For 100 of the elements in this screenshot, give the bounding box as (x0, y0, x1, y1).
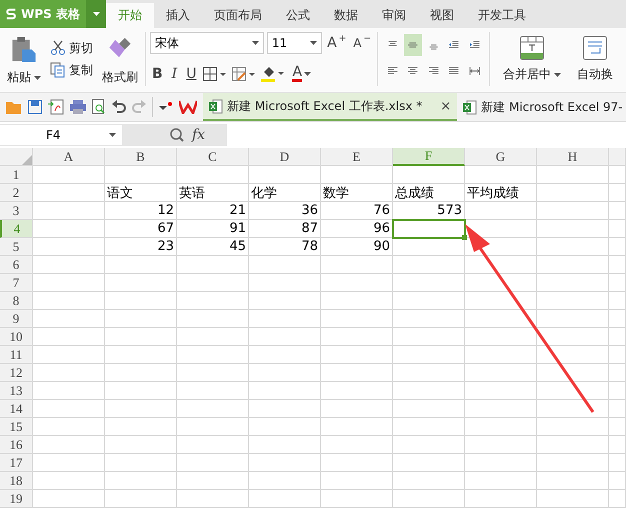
column-header[interactable]: B (105, 148, 177, 166)
ribbon-tab[interactable]: 页面布局 (202, 3, 274, 28)
table-cell (177, 256, 249, 274)
print-preview-icon[interactable] (92, 99, 106, 115)
font-color-button[interactable]: A (290, 63, 314, 84)
table-cell (33, 472, 105, 490)
bold-button[interactable]: B (150, 64, 165, 84)
paste-button[interactable]: 粘贴 (4, 36, 44, 86)
caret-icon (252, 41, 259, 45)
row-header[interactable]: 10 (0, 328, 33, 346)
row-header[interactable]: 8 (0, 292, 33, 310)
row-header[interactable]: 3 (0, 202, 33, 220)
fill-color-icon[interactable] (261, 66, 286, 82)
row-header[interactable]: 16 (0, 436, 33, 454)
close-tab-button[interactable]: × (440, 98, 452, 114)
table-cell: 78 (249, 238, 321, 256)
column-header[interactable]: C (177, 148, 249, 166)
caret-icon (109, 133, 116, 137)
export-pdf-icon[interactable] (48, 99, 64, 115)
table-cell (393, 274, 465, 292)
row-header[interactable]: 9 (0, 310, 33, 328)
table-cell (465, 346, 537, 364)
grow-font-button[interactable]: A+ (325, 33, 348, 53)
table-cell (537, 436, 609, 454)
table-cell (33, 166, 105, 184)
document-tab[interactable]: 新建 Microsoft Excel 工作表.xlsx * × (203, 93, 458, 121)
borders-icon[interactable] (203, 66, 228, 80)
wrap-text-button[interactable]: 自动换 (574, 36, 616, 86)
document-tab[interactable]: 新建 Microsoft Excel 97- (457, 93, 626, 121)
table-cell: 英语 (177, 184, 249, 202)
caret-icon (34, 76, 41, 80)
row-header[interactable]: 17 (0, 454, 33, 472)
row-header[interactable]: 12 (0, 364, 33, 382)
table-cell (465, 382, 537, 400)
row-header[interactable]: 19 (0, 490, 33, 508)
table-cell (105, 490, 177, 508)
column-header[interactable]: E (321, 148, 393, 166)
format-painter-button[interactable]: 格式刷 (99, 36, 141, 86)
ribbon-tab[interactable]: 开始 (106, 3, 154, 28)
cell-style-icon[interactable] (232, 66, 256, 80)
name-box[interactable]: F4 (0, 125, 122, 145)
undo-icon[interactable] (112, 100, 126, 114)
table-cell (177, 472, 249, 490)
function-button[interactable]: fx (192, 127, 206, 143)
table-cell (609, 310, 626, 328)
cut-button[interactable]: 剪切 (48, 38, 95, 58)
triangle-icon (22, 155, 32, 165)
table-cell (465, 490, 537, 508)
table-cell (609, 256, 626, 274)
table-cell (465, 472, 537, 490)
ribbon-tab[interactable]: 开发工具 (466, 3, 538, 28)
table-cell: 平均成绩 (465, 184, 537, 202)
table-cell (609, 238, 626, 256)
print-icon[interactable] (70, 100, 86, 114)
row-header[interactable]: 1 (0, 166, 33, 184)
row-header[interactable]: 6 (0, 256, 33, 274)
font-size-dropdown[interactable]: 11 (266, 32, 322, 54)
column-header[interactable]: A (33, 148, 105, 166)
table-cell: 语文 (105, 184, 177, 202)
row-header[interactable]: 15 (0, 418, 33, 436)
column-header[interactable]: D (249, 148, 321, 166)
font-name-dropdown[interactable]: 宋体 (150, 32, 264, 54)
active-cell[interactable] (393, 220, 465, 238)
merge-center-button[interactable]: 合并居中 (500, 36, 564, 86)
row-header[interactable]: 14 (0, 400, 33, 418)
column-header[interactable]: H (537, 148, 609, 166)
app-menu-dropdown[interactable] (86, 0, 106, 28)
ribbon-tab[interactable]: 审阅 (370, 3, 418, 28)
row-header[interactable]: 18 (0, 472, 33, 490)
shrink-font-button[interactable]: A − (351, 34, 373, 52)
italic-button[interactable]: I (170, 64, 180, 84)
column-header[interactable]: G (465, 148, 537, 166)
table-cell (177, 382, 249, 400)
underline-button[interactable]: U (184, 64, 198, 84)
logo-icon[interactable] (179, 100, 197, 114)
row-header[interactable]: 5 (0, 238, 33, 256)
ribbon-tab[interactable]: 视图 (418, 3, 466, 28)
ribbon-tab[interactable]: 公式 (274, 3, 322, 28)
table-cell: 23 (105, 238, 177, 256)
ribbon-tab[interactable]: 插入 (154, 3, 202, 28)
table-cell (609, 220, 626, 238)
table-cell (465, 400, 537, 418)
row-header[interactable]: 7 (0, 274, 33, 292)
ribbon-tab[interactable]: 数据 (322, 3, 370, 28)
table-cell (321, 418, 393, 436)
table-cell (393, 166, 465, 184)
row-header[interactable]: 2 (0, 184, 33, 202)
save-icon[interactable] (28, 100, 42, 114)
table-cell (393, 364, 465, 382)
table-cell (33, 238, 105, 256)
row-header[interactable]: 11 (0, 346, 33, 364)
row-header[interactable]: 13 (0, 382, 33, 400)
table-cell: 45 (177, 238, 249, 256)
table-cell (33, 454, 105, 472)
table-cell (393, 382, 465, 400)
copy-button[interactable]: 复制 (48, 60, 95, 80)
formula-input[interactable] (227, 124, 626, 146)
zoom-icon[interactable] (170, 128, 184, 142)
table-cell: 总成绩 (393, 184, 465, 202)
customize-icon[interactable] (159, 102, 173, 112)
